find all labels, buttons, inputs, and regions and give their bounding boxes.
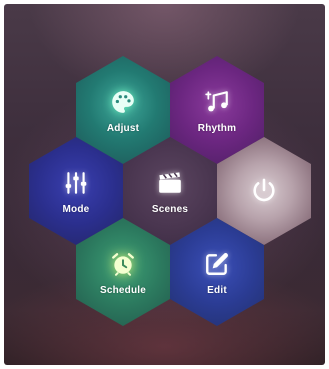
rhythm-label: Rhythm (197, 122, 237, 134)
sliders-icon (61, 168, 91, 198)
palette-icon (108, 87, 138, 117)
power-icon (249, 176, 279, 206)
schedule-label: Schedule (99, 284, 147, 296)
edit-label: Edit (207, 284, 227, 296)
music-note-icon (202, 87, 232, 117)
alarm-clock-icon (108, 249, 138, 279)
adjust-label: Adjust (106, 122, 140, 134)
edit-icon (202, 249, 232, 279)
app-screen: Adjust Rhythm Mode Scenes Schedule Edit (4, 4, 325, 365)
clapperboard-icon (155, 168, 185, 198)
scenes-label: Scenes (151, 203, 189, 215)
mode-label: Mode (62, 203, 90, 215)
